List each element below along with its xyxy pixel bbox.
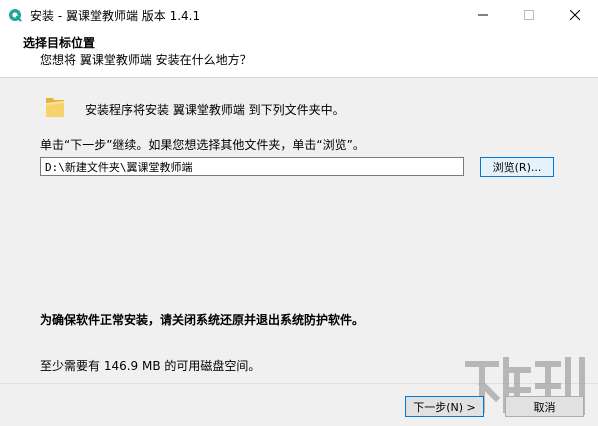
app-logo-icon [9,9,22,22]
close-icon [570,10,580,20]
page-header: 选择目标位置 您想将 翼课堂教师端 安装在什么地方？ [0,30,598,78]
title-bar[interactable]: 安装 - 翼课堂教师端 版本 1.4.1 [0,0,598,30]
minimize-button[interactable] [460,0,506,30]
disk-space-text: 至少需要有 146.9 MB 的可用磁盘空间。 [40,359,261,373]
instruction-text: 单击“下一步”继续。如果您想选择其他文件夹，单击“浏览”。 [40,138,365,152]
install-intro-text: 安装程序将安装 翼课堂教师端 到下列文件夹中。 [85,103,345,117]
page-title: 选择目标位置 [23,36,96,50]
page-subtitle: 您想将 翼课堂教师端 安装在什么地方？ [40,53,252,67]
close-button[interactable] [552,0,598,30]
maximize-button[interactable] [506,0,552,30]
maximize-icon [524,10,534,20]
install-path-input[interactable] [40,157,464,176]
browse-button[interactable]: 浏览(R)... [480,157,554,177]
cancel-button[interactable]: 取消 [505,396,584,417]
minimize-icon [478,14,488,16]
installer-window: 安装 - 翼课堂教师端 版本 1.4.1 选择目标位置 您想将 翼课堂教师端 安… [0,0,598,426]
folder-icon [46,98,64,117]
next-button[interactable]: 下一步(N) > [405,396,484,417]
window-title: 安装 - 翼课堂教师端 版本 1.4.1 [30,9,201,23]
warning-text: 为确保软件正常安装，请关闭系统还原并退出系统防护软件。 [40,313,365,327]
